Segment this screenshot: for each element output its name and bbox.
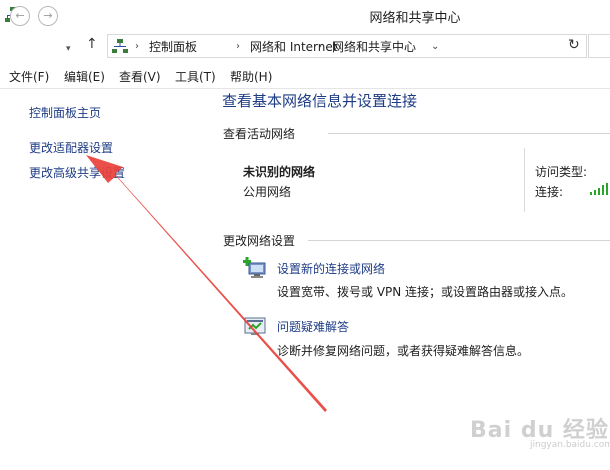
window-title: 网络和共享中心: [369, 11, 461, 26]
troubleshoot-icon: [244, 317, 266, 335]
network-center-icon: [112, 39, 128, 53]
menu-help[interactable]: 帮助(H): [230, 68, 272, 85]
up-arrow-icon[interactable]: ↑: [86, 36, 98, 52]
recent-locations-icon[interactable]: ▾: [66, 44, 71, 54]
access-type-label: 访问类型:: [535, 165, 588, 179]
troubleshoot-description: 诊断并修复网络问题，或者获得疑难解答信息。: [277, 344, 530, 358]
breadcrumb-separator: ›: [318, 41, 322, 52]
section-heading-active-networks: 查看活动网络: [223, 127, 296, 141]
network-name: 未识别的网络: [243, 165, 316, 179]
menu-view[interactable]: 查看(V): [119, 68, 161, 85]
sidebar-item-control-panel-home[interactable]: 控制面板主页: [29, 104, 101, 121]
vertical-divider: [524, 148, 525, 212]
breadcrumb-separator: ›: [236, 41, 240, 52]
back-button[interactable]: ←: [10, 6, 30, 26]
troubleshoot-link[interactable]: 问题疑难解答: [277, 318, 349, 335]
breadcrumb-sharing-center[interactable]: 网络和共享中心: [332, 38, 416, 55]
address-dropdown-icon[interactable]: ⌄: [431, 41, 439, 52]
section-heading-change-settings: 更改网络设置: [223, 234, 296, 248]
connection-label: 连接:: [535, 185, 564, 199]
watermark-url: jingyan.baidu.com: [530, 440, 610, 450]
sidebar-item-advanced-sharing-settings[interactable]: 更改高级共享设置: [29, 164, 125, 181]
forward-button[interactable]: →: [38, 6, 58, 26]
menu-edit[interactable]: 编辑(E): [64, 68, 105, 85]
section-divider: [328, 133, 610, 134]
search-input[interactable]: [588, 34, 610, 58]
menu-tools[interactable]: 工具(T): [175, 68, 216, 85]
menu-file[interactable]: 文件(F): [9, 68, 49, 85]
breadcrumb-network-internet[interactable]: 网络和 Internet: [250, 38, 337, 55]
page-title: 查看基本网络信息并设置连接: [222, 92, 418, 110]
setup-new-connection-link[interactable]: 设置新的连接或网络: [277, 260, 385, 277]
network-type: 公用网络: [243, 185, 292, 199]
sidebar-item-change-adapter-settings[interactable]: 更改适配器设置: [29, 139, 113, 156]
section-divider: [308, 240, 610, 241]
breadcrumb-control-panel[interactable]: 控制面板: [149, 38, 197, 55]
new-connection-icon: [243, 257, 266, 278]
setup-new-connection-description: 设置宽带、拨号或 VPN 连接；或设置路由器或接入点。: [277, 285, 574, 299]
refresh-icon[interactable]: ↻: [568, 37, 580, 53]
breadcrumb-separator: ›: [135, 41, 139, 52]
signal-strength-icon[interactable]: [590, 183, 608, 195]
